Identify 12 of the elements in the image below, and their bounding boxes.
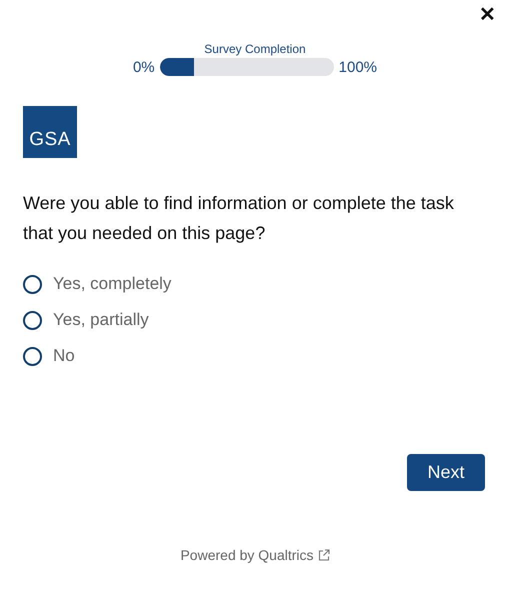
logo: GSA <box>23 106 77 158</box>
question-text: Were you able to find information or complete the task that you needed on this page? <box>23 192 455 245</box>
close-button[interactable]: ✕ <box>475 4 500 26</box>
progress-start-label: 0% <box>132 58 155 76</box>
radio-option[interactable]: No <box>23 344 487 368</box>
powered-by-link[interactable]: Powered by Qualtrics <box>180 547 314 563</box>
next-button[interactable]: Next <box>407 454 485 491</box>
external-link-icon <box>318 549 330 561</box>
progress-end-label: 100% <box>338 58 378 76</box>
radio-option[interactable]: Yes, partially <box>23 308 487 332</box>
radio-option[interactable]: Yes, completely <box>23 272 487 296</box>
progress-title: Survey Completion <box>204 42 306 56</box>
